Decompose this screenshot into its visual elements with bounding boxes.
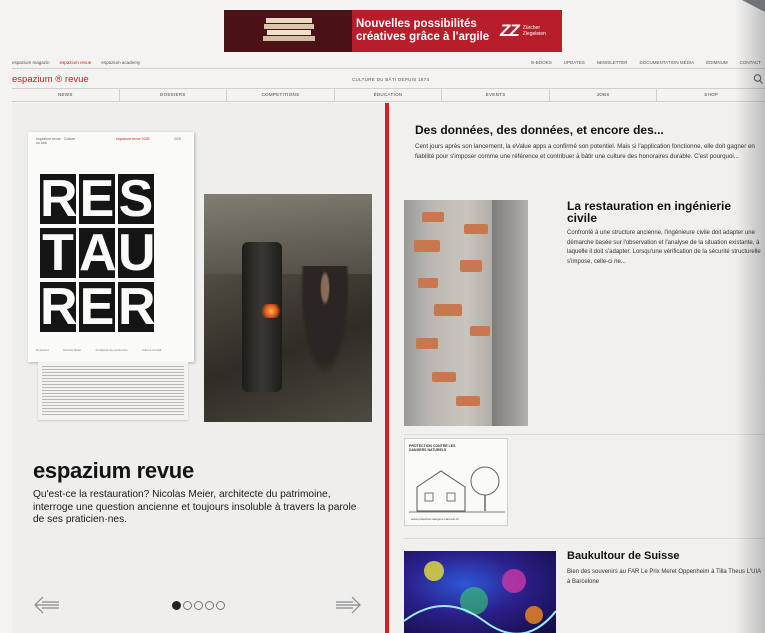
divider bbox=[12, 68, 765, 69]
article-title[interactable]: Baukultour de Suisse bbox=[567, 550, 679, 562]
article-image-brick-wall[interactable] bbox=[404, 200, 528, 426]
magazine-header: espazium revue · Culture du bâti bbox=[36, 137, 76, 145]
carousel-dot[interactable] bbox=[183, 601, 192, 610]
magazine-number: 2/25 bbox=[174, 137, 181, 141]
top-links-bar: espazium magazin espazium revue espazium… bbox=[12, 57, 765, 67]
toplink-media-doc[interactable]: DOCUMENTATION MÉDIA bbox=[639, 60, 694, 65]
cover-letter: E bbox=[79, 278, 115, 336]
article-teaser: Bien des souvenirs au FAR Le Prix Meret … bbox=[567, 569, 761, 585]
nav-dossiers[interactable]: DOSSIERS bbox=[120, 89, 228, 101]
nav-news[interactable]: NEWS bbox=[12, 89, 120, 101]
carousel-dot[interactable] bbox=[216, 601, 225, 610]
brick-stack-icon bbox=[263, 18, 315, 41]
article-teaser: Cent jours après son lancement, la eValu… bbox=[415, 143, 755, 160]
cover-letter: R bbox=[40, 278, 78, 336]
nav-competitions[interactable]: COMPETITIONS bbox=[227, 89, 335, 101]
text-lines bbox=[42, 366, 184, 416]
carousel-dot[interactable] bbox=[194, 601, 203, 610]
hazard-url: www.protection-dangers-naturels.ch bbox=[411, 517, 459, 521]
toplink-revue[interactable]: espazium revue bbox=[60, 60, 92, 65]
magazine-footer: Restaurer Nicolas Meier Architecte du pa… bbox=[36, 348, 161, 352]
magazine-inner-page bbox=[38, 362, 188, 420]
colorful-installation-icon bbox=[404, 561, 556, 633]
cover-word-row3: R E R bbox=[28, 278, 194, 336]
site-tagline: CULTURE DU BÂTI DEPUIS 1874 bbox=[352, 76, 430, 82]
main-nav: NEWS DOSSIERS COMPETITIONS ÉDUCATION EVE… bbox=[12, 88, 765, 102]
cover-letter: R bbox=[40, 170, 78, 228]
hazard-badge: PROTECTION CONTRE LES DANGERS NATURELS bbox=[409, 444, 456, 452]
nav-shop[interactable]: SHOP bbox=[657, 89, 765, 101]
magazine-footer-item: Culture du bâti bbox=[141, 348, 162, 352]
feature-title[interactable]: espazium revue bbox=[33, 458, 194, 484]
toplink-updates[interactable]: UPDATES bbox=[564, 60, 585, 65]
site-logo[interactable]: espazium ® revue bbox=[12, 74, 89, 85]
cover-letter: A bbox=[79, 224, 117, 282]
toplink-academy[interactable]: espazium academy bbox=[101, 60, 140, 65]
magazine-footer-item: Architecte du patrimoine bbox=[95, 348, 128, 352]
cover-letter: T bbox=[40, 227, 76, 279]
magazine-footer-item: Nicolas Meier bbox=[63, 348, 82, 352]
house-sketch-icon bbox=[409, 466, 505, 513]
cover-word-row2: T A U bbox=[28, 224, 194, 282]
article-image-baukultour[interactable] bbox=[404, 551, 556, 633]
cover-letter: S bbox=[118, 170, 154, 228]
cover-word-row1: R E S bbox=[28, 170, 194, 228]
ad-image bbox=[224, 10, 352, 52]
brand-row: espazium ® revue CULTURE DU BÂTI DEPUIS … bbox=[12, 70, 765, 88]
photo-wall bbox=[204, 194, 372, 274]
photo-person bbox=[300, 266, 350, 376]
arrow-right-icon[interactable] bbox=[334, 594, 362, 616]
toplink-ebooks[interactable]: E-BOOKS bbox=[531, 60, 552, 65]
toplink-edimnum[interactable]: ÉDIMNUM bbox=[706, 60, 728, 65]
ad-headline: Nouvelles possibilités créatives grâce à… bbox=[356, 18, 496, 44]
article-image-hazard-protection[interactable]: PROTECTION CONTRE LES DANGERS NATURELS w… bbox=[404, 438, 508, 526]
nav-education[interactable]: ÉDUCATION bbox=[335, 89, 443, 101]
article-title[interactable]: Des données, des données, et encore des.… bbox=[415, 123, 664, 137]
search-icon[interactable] bbox=[753, 73, 763, 85]
cover-letter: E bbox=[79, 170, 115, 228]
ad-headline-line1: Nouvelles possibilités bbox=[356, 18, 477, 30]
magazine-cover[interactable]: espazium revue · Culture du bâti espaziu… bbox=[28, 132, 194, 362]
toplink-magazin[interactable]: espazium magazin bbox=[12, 60, 50, 65]
carousel-dots bbox=[172, 601, 225, 610]
cover-letter: R bbox=[118, 278, 156, 336]
photo-fire bbox=[260, 304, 282, 318]
cover-letter: U bbox=[118, 224, 156, 282]
toplink-contact[interactable]: CONTACT bbox=[740, 60, 761, 65]
toplink-newsletter[interactable]: NEWSLETTER bbox=[597, 60, 628, 65]
ad-logo-mark: ZZ bbox=[500, 21, 520, 40]
ad-headline-line2: créatives grâce à l'argile bbox=[356, 31, 490, 43]
article-separator bbox=[404, 434, 765, 435]
nav-jobs[interactable]: JOBS bbox=[550, 89, 658, 101]
magazine-footer-item: Restaurer bbox=[36, 348, 50, 352]
ad-banner[interactable]: Nouvelles possibilités créatives grâce à… bbox=[224, 10, 562, 52]
nav-events[interactable]: EVENTS bbox=[442, 89, 550, 101]
article-title[interactable]: La restauration en ingénierie civile bbox=[567, 200, 763, 224]
carousel-dot[interactable] bbox=[172, 601, 181, 610]
blacksmith-photo[interactable] bbox=[204, 194, 372, 422]
article-teaser: Confronté à une structure ancienne, l'in… bbox=[567, 230, 761, 265]
article-separator bbox=[404, 538, 765, 539]
feature-text: Qu'est-ce la restauration? Nicolas Meier… bbox=[33, 489, 357, 525]
arrow-left-icon[interactable] bbox=[33, 594, 61, 616]
ad-logo-sub: Zürcher Ziegeleien bbox=[522, 25, 546, 37]
ad-logo: ZZ Zürcher Ziegeleien bbox=[500, 21, 553, 41]
browser-screen: Nouvelles possibilités créatives grâce à… bbox=[0, 0, 765, 633]
carousel-dot[interactable] bbox=[205, 601, 214, 610]
magazine-issue: espazium revue 2025 bbox=[116, 137, 150, 141]
